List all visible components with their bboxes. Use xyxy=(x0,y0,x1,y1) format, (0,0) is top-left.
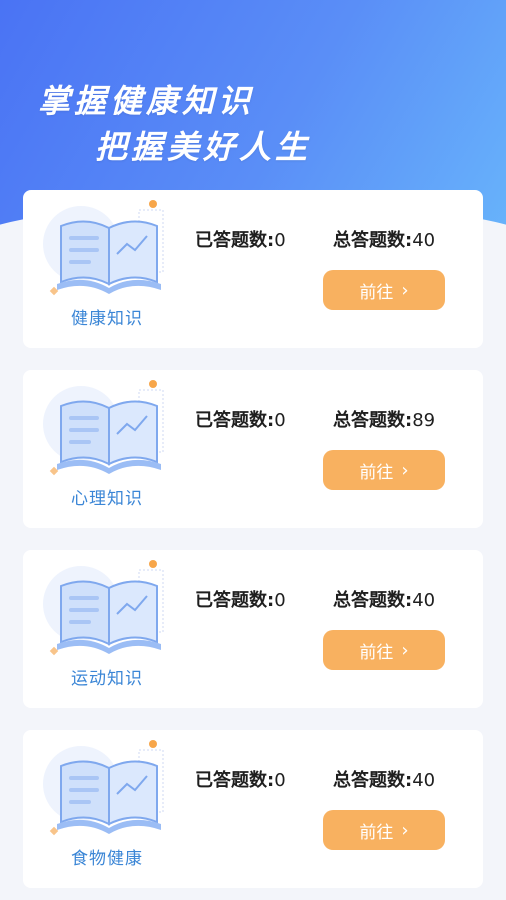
answered-value: 0 xyxy=(274,410,286,431)
total-label: 总答题数: xyxy=(333,770,413,791)
answered-count: 已答题数:0 xyxy=(195,406,286,432)
answered-count: 已答题数:0 xyxy=(195,226,286,252)
category-card-exercise[interactable]: 运动知识 已答题数:0 总答题数:40 前往 › xyxy=(23,550,483,708)
go-button-label: 前往 xyxy=(359,282,394,303)
slogan-line-2: 把握美好人生 xyxy=(95,128,312,166)
category-card-psychology[interactable]: 心理知识 已答题数:0 总答题数:89 前往 › xyxy=(23,370,483,528)
total-count: 总答题数:40 xyxy=(333,226,435,252)
go-button[interactable]: 前往 › xyxy=(323,270,445,310)
answered-count: 已答题数:0 xyxy=(195,586,286,612)
total-label: 总答题数: xyxy=(333,230,413,251)
total-value: 40 xyxy=(412,230,436,251)
chevron-right-icon: › xyxy=(401,279,409,301)
go-button[interactable]: 前往 › xyxy=(323,810,445,850)
go-button[interactable]: 前往 › xyxy=(323,630,445,670)
slogan-line-1: 掌握健康知识 xyxy=(38,82,255,120)
total-label: 总答题数: xyxy=(333,410,413,431)
total-value: 40 xyxy=(412,770,436,791)
total-value: 89 xyxy=(412,410,436,431)
open-book-icon xyxy=(43,200,164,296)
answered-label: 已答题数: xyxy=(195,770,275,791)
category-label: 心理知识 xyxy=(71,489,143,509)
go-button[interactable]: 前往 › xyxy=(323,450,445,490)
open-book-icon xyxy=(43,740,164,836)
total-count: 总答题数:40 xyxy=(333,586,435,612)
category-label: 食物健康 xyxy=(71,849,143,869)
answered-value: 0 xyxy=(274,230,286,251)
category-card-food[interactable]: 食物健康 已答题数:0 总答题数:40 前往 › xyxy=(23,730,483,888)
go-button-label: 前往 xyxy=(359,462,394,483)
category-label: 健康知识 xyxy=(71,309,143,329)
open-book-icon xyxy=(43,560,164,656)
chevron-right-icon: › xyxy=(401,639,409,661)
chevron-right-icon: › xyxy=(401,459,409,481)
total-value: 40 xyxy=(412,590,436,611)
answered-label: 已答题数: xyxy=(195,230,275,251)
answered-value: 0 xyxy=(274,770,286,791)
answered-value: 0 xyxy=(274,590,286,611)
category-card-health[interactable]: 健康知识 已答题数:0 总答题数:40 前往 › xyxy=(23,190,483,348)
category-label: 运动知识 xyxy=(71,669,143,689)
answered-count: 已答题数:0 xyxy=(195,766,286,792)
answered-label: 已答题数: xyxy=(195,410,275,431)
total-count: 总答题数:40 xyxy=(333,766,435,792)
total-label: 总答题数: xyxy=(333,590,413,611)
go-button-label: 前往 xyxy=(359,642,394,663)
open-book-icon xyxy=(43,380,164,476)
chevron-right-icon: › xyxy=(401,819,409,841)
total-count: 总答题数:89 xyxy=(333,406,435,432)
answered-label: 已答题数: xyxy=(195,590,275,611)
go-button-label: 前往 xyxy=(359,822,394,843)
